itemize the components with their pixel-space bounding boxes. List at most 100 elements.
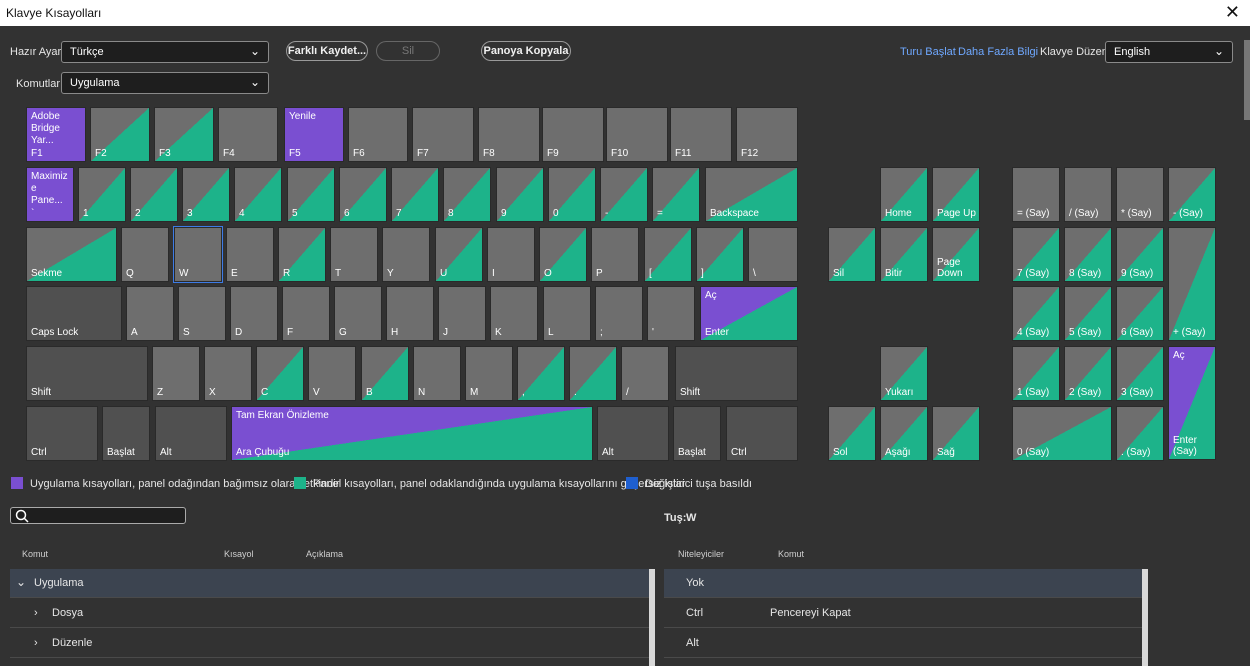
table-row[interactable]: Yok (664, 569, 1142, 598)
key-m[interactable]: M (465, 346, 513, 401)
key-bslash[interactable]: \ (748, 227, 798, 282)
key-n6[interactable]: 6 (339, 167, 387, 222)
preset-dropdown[interactable]: Türkçe ⌄ (61, 41, 269, 63)
key-ralt[interactable]: Alt (597, 406, 669, 461)
key-pgdn[interactable]: Page Down (932, 227, 980, 282)
key-f[interactable]: F (282, 286, 330, 341)
search-input[interactable] (10, 507, 186, 524)
key-np_eq[interactable]: = (Say) (1012, 167, 1060, 222)
key-comma[interactable]: , (517, 346, 565, 401)
key-f2[interactable]: F2 (90, 107, 150, 162)
key-u[interactable]: U (435, 227, 483, 282)
key-enter[interactable]: Aç Enter (700, 286, 798, 341)
key-end[interactable]: Bitir (880, 227, 928, 282)
list-item[interactable]: › Dosya (10, 599, 649, 628)
key-np2[interactable]: 2 (Say) (1064, 346, 1112, 401)
key-n[interactable]: N (413, 346, 461, 401)
key-pgup[interactable]: Page Up (932, 167, 980, 222)
save-as-button[interactable]: Farklı Kaydet... (286, 41, 368, 61)
delete-button[interactable]: Sil (376, 41, 440, 61)
key-left[interactable]: Sol (828, 406, 876, 461)
table-row[interactable]: Alt (664, 629, 1142, 658)
key-np_div[interactable]: / (Say) (1064, 167, 1112, 222)
key-np3[interactable]: 3 (Say) (1116, 346, 1164, 401)
key-lctrl[interactable]: Ctrl (26, 406, 98, 461)
key-f1[interactable]: Adobe Bridge Yar... F1 (26, 107, 86, 162)
key-n0[interactable]: 0 (548, 167, 596, 222)
key-semi[interactable]: ; (595, 286, 643, 341)
key-rstart[interactable]: Başlat (673, 406, 721, 461)
key-n7[interactable]: 7 (391, 167, 439, 222)
key-f9[interactable]: F9 (542, 107, 604, 162)
more-info-link[interactable]: Daha Fazla Bilgi (958, 46, 1038, 58)
table-row[interactable]: Ctrl Pencereyi Kapat (664, 599, 1142, 628)
key-np1[interactable]: 1 (Say) (1012, 346, 1060, 401)
key-equals[interactable]: = (652, 167, 700, 222)
key-backspace[interactable]: Backspace (705, 167, 798, 222)
key-np9[interactable]: 9 (Say) (1116, 227, 1164, 282)
key-period[interactable]: . (569, 346, 617, 401)
key-n2[interactable]: 2 (130, 167, 178, 222)
key-t[interactable]: T (330, 227, 378, 282)
key-l[interactable]: L (543, 286, 591, 341)
key-n4[interactable]: 4 (234, 167, 282, 222)
key-n1[interactable]: 1 (78, 167, 126, 222)
key-np7[interactable]: 7 (Say) (1012, 227, 1060, 282)
key-np_dot[interactable]: . (Say) (1116, 406, 1164, 461)
key-f8[interactable]: F8 (478, 107, 540, 162)
scrollbar[interactable] (649, 569, 655, 666)
key-np_min[interactable]: - (Say) (1168, 167, 1216, 222)
key-y[interactable]: Y (382, 227, 430, 282)
key-b[interactable]: B (361, 346, 409, 401)
list-item[interactable]: › Düzenle (10, 629, 649, 658)
key-f7[interactable]: F7 (412, 107, 474, 162)
copy-to-clipboard-button[interactable]: Panoya Kopyala (481, 41, 571, 61)
key-space[interactable]: Tam Ekran Önizleme Ara Çubuğu (231, 406, 593, 461)
key-f5[interactable]: Yenile F5 (284, 107, 344, 162)
list-item[interactable]: ⌄ Uygulama (10, 569, 649, 598)
key-r[interactable]: R (278, 227, 326, 282)
key-np4[interactable]: 4 (Say) (1012, 286, 1060, 341)
key-lshift[interactable]: Shift (26, 346, 148, 401)
key-np_plus[interactable]: + (Say) (1168, 227, 1216, 341)
key-n3[interactable]: 3 (182, 167, 230, 222)
key-minus[interactable]: - (600, 167, 648, 222)
key-np_enter[interactable]: Aç Enter (Say) (1168, 346, 1216, 460)
key-np6[interactable]: 6 (Say) (1116, 286, 1164, 341)
key-del[interactable]: Sil (828, 227, 876, 282)
key-slash[interactable]: / (621, 346, 669, 401)
key-np0[interactable]: 0 (Say) (1012, 406, 1112, 461)
key-n5[interactable]: 5 (287, 167, 335, 222)
key-rshift[interactable]: Shift (675, 346, 798, 401)
key-j[interactable]: J (438, 286, 486, 341)
key-f3[interactable]: F3 (154, 107, 214, 162)
commands-dropdown[interactable]: Uygulama ⌄ (61, 72, 269, 94)
key-o[interactable]: O (539, 227, 587, 282)
scrollbar[interactable] (1142, 569, 1148, 666)
key-tab[interactable]: Sekme (26, 227, 117, 282)
key-x[interactable]: X (204, 346, 252, 401)
key-up[interactable]: Yukarı (880, 346, 928, 401)
key-f10[interactable]: F10 (606, 107, 668, 162)
key-rctrl[interactable]: Ctrl (726, 406, 798, 461)
key-g[interactable]: G (334, 286, 382, 341)
key-np8[interactable]: 8 (Say) (1064, 227, 1112, 282)
key-rbr[interactable]: ] (696, 227, 744, 282)
key-tilde[interactable]: Maximiz e Pane... ` (26, 167, 74, 222)
layout-dropdown[interactable]: English ⌄ (1105, 41, 1233, 63)
key-s[interactable]: S (178, 286, 226, 341)
key-n9[interactable]: 9 (496, 167, 544, 222)
key-home[interactable]: Home (880, 167, 928, 222)
key-e[interactable]: E (226, 227, 274, 282)
key-right[interactable]: Sağ (932, 406, 980, 461)
key-i[interactable]: I (487, 227, 535, 282)
key-a[interactable]: A (126, 286, 174, 341)
key-d[interactable]: D (230, 286, 278, 341)
key-z[interactable]: Z (152, 346, 200, 401)
scrollbar[interactable] (1244, 40, 1250, 120)
key-f6[interactable]: F6 (348, 107, 408, 162)
key-caps[interactable]: Caps Lock (26, 286, 122, 341)
key-lstart[interactable]: Başlat (102, 406, 150, 461)
key-f11[interactable]: F11 (670, 107, 732, 162)
key-f4[interactable]: F4 (218, 107, 278, 162)
